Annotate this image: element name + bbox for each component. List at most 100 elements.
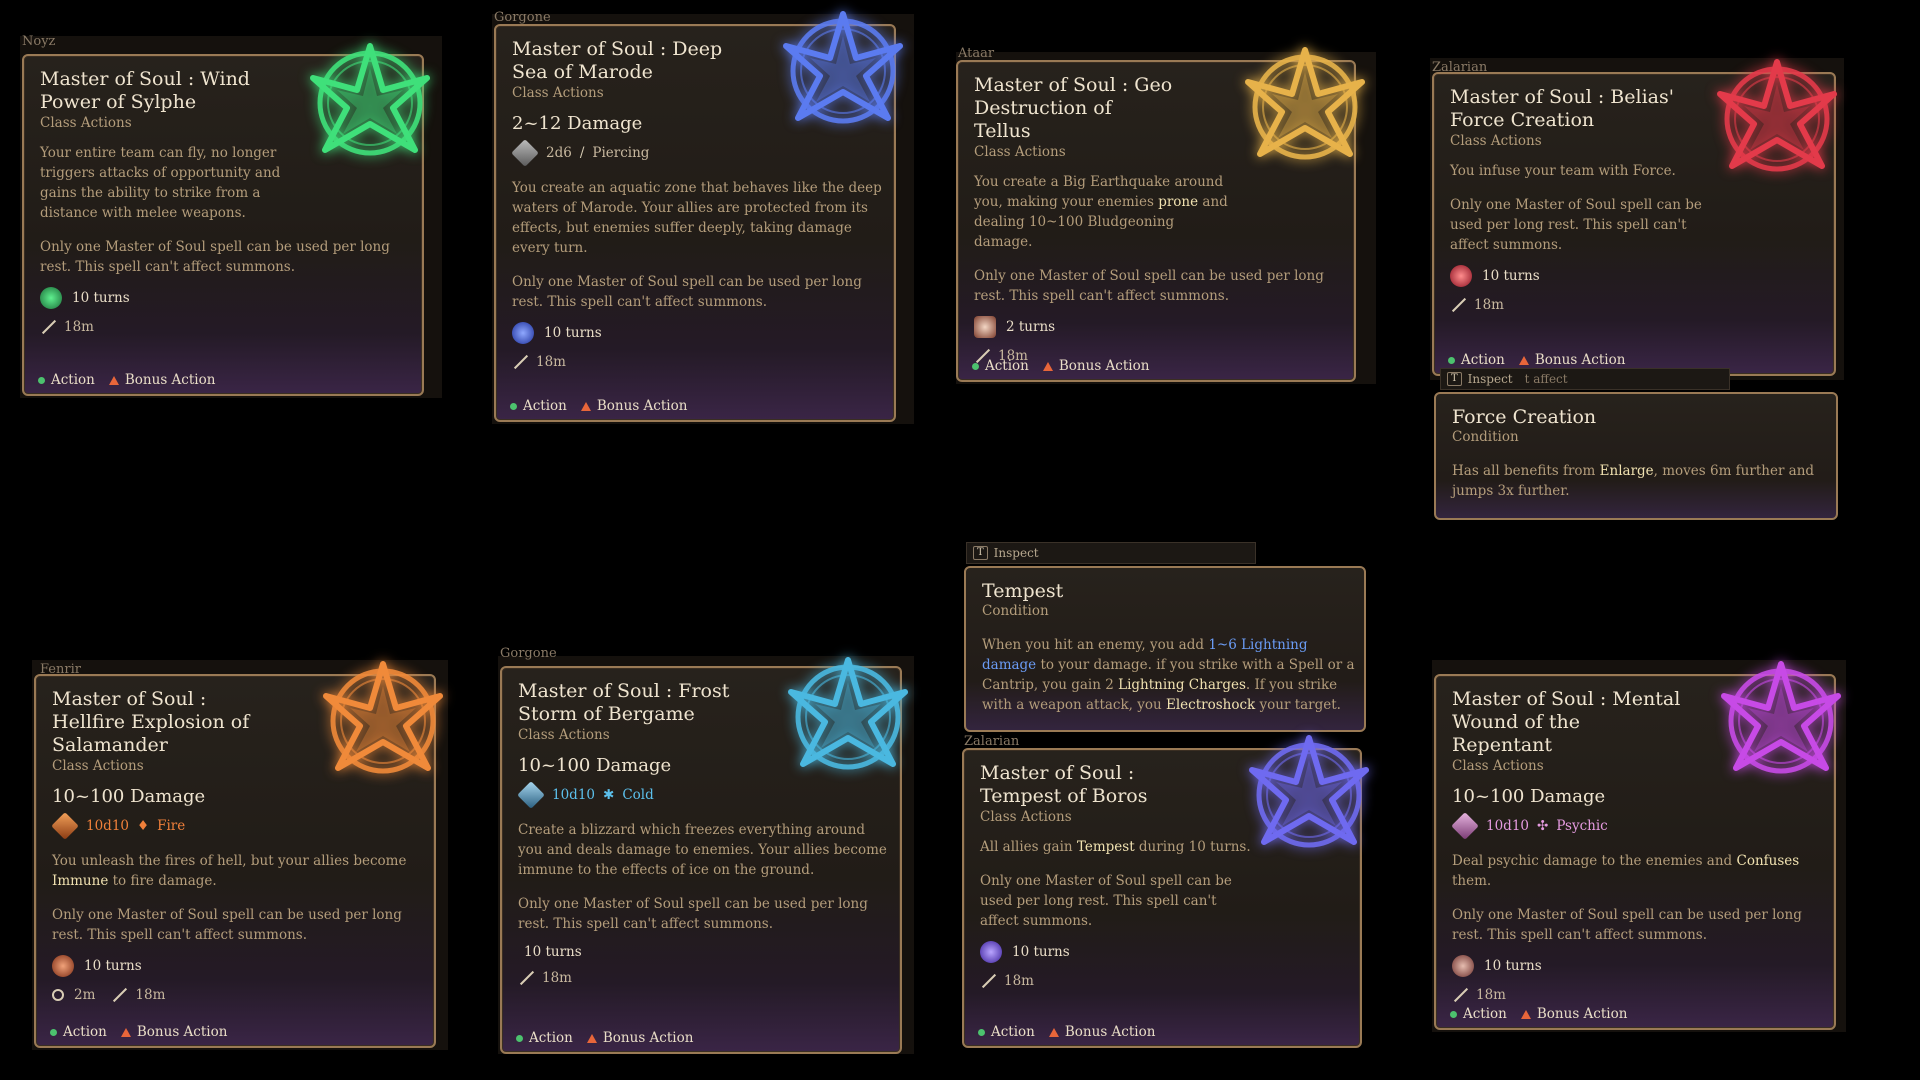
range-text: 18m — [1476, 987, 1506, 1003]
damage-type: Fire — [157, 818, 186, 834]
action-cost: Action — [1450, 1006, 1507, 1022]
electroshock-link[interactable]: Electroshock — [1166, 697, 1255, 713]
lightning-charges-link[interactable]: Lightning Charges — [1118, 677, 1246, 693]
die-icon — [517, 781, 545, 809]
card-owner: Zalarian — [964, 734, 1020, 749]
frost-emblem-icon — [783, 652, 913, 782]
range-text: 18m — [64, 319, 94, 335]
spell-limit-text: Only one Master of Soul spell can be use… — [52, 907, 402, 943]
die-icon — [511, 139, 539, 167]
duration-row: 10 turns — [52, 955, 418, 977]
spell-description: You create a Big Earthquake around you, … — [974, 174, 1228, 250]
action-cost: Action — [1448, 352, 1505, 368]
condition-card-tempest: Tempest Condition When you hit an enemy,… — [964, 566, 1366, 732]
spell-title: Master of Soul : Deep Sea of Marode — [512, 38, 723, 83]
duration-text: 10 turns — [72, 290, 130, 306]
spell-limit-text: Only one Master of Soul spell can be use… — [1452, 907, 1802, 943]
sea-emblem-icon — [778, 6, 908, 136]
action-cost-row: Action Bonus Action — [38, 372, 215, 388]
inspect-tail-text: t affect — [1524, 372, 1568, 386]
duration-text: 10 turns — [544, 325, 602, 341]
damage-dice-row: 2d6 / Piercing — [511, 139, 878, 167]
spell-description: Your entire team can fly, no longer trig… — [40, 145, 281, 221]
condition-card-force-creation: Force Creation Condition Has all benefit… — [1434, 392, 1838, 520]
damage-type: Cold — [622, 787, 654, 803]
spell-title: Master of Soul : Geo Destruction of Tell… — [974, 74, 1173, 142]
damage-range: 10~100 Damage — [52, 786, 206, 807]
dice-text: 10d10 — [86, 818, 129, 834]
die-icon — [1451, 812, 1479, 840]
inspect-label[interactable]: Inspect — [994, 546, 1039, 560]
card-owner: Ataar — [958, 46, 995, 61]
damage-dice-row: 10d10 ♦ Fire — [51, 812, 418, 840]
damage-dice-row: 10d10 ✣ Psychic — [1451, 812, 1818, 840]
action-cost: Action — [38, 372, 95, 388]
spell-title: Master of Soul : Wind Power of Sylphe — [40, 68, 250, 113]
enlarge-link[interactable]: Enlarge — [1600, 463, 1654, 479]
range-row: 18m — [518, 970, 884, 986]
die-icon — [51, 812, 79, 840]
prone-duration-icon — [974, 316, 996, 338]
card-owner: Gorgone — [500, 646, 557, 661]
duration-row: 10 turns — [1452, 955, 1818, 977]
condition-type: Condition — [982, 603, 1049, 619]
action-cost: Action — [516, 1030, 573, 1046]
duration-row: 10 turns — [40, 287, 406, 309]
action-cost-row: Action Bonus Action — [1448, 352, 1625, 368]
action-cost-row: Action Bonus Action — [1450, 1006, 1627, 1022]
confusion-duration-icon — [1452, 955, 1474, 977]
spell-title: Master of Soul : Frost Storm of Bergame — [518, 680, 730, 725]
duration-text: 10 turns — [524, 944, 582, 960]
spell-limit-text: Only one Master of Soul spell can be use… — [40, 239, 390, 275]
inspect-key[interactable]: T — [1447, 372, 1462, 386]
range-icon — [1452, 988, 1466, 1002]
spell-title: Master of Soul : Belias' Force Creation — [1450, 86, 1674, 131]
spell-description: You create an aquatic zone that behaves … — [512, 180, 882, 256]
condition-title: Force Creation — [1452, 406, 1597, 428]
range-text: 18m — [1474, 297, 1504, 313]
fire-icon: ♦ — [137, 818, 150, 834]
action-cost-row: Action Bonus Action — [510, 398, 687, 414]
dice-text: 10d10 — [552, 787, 595, 803]
range-row: 18m — [1452, 987, 1818, 1003]
wind-duration-icon — [40, 287, 62, 309]
action-cost: Action — [510, 398, 567, 414]
bonus-action-cost: Bonus Action — [586, 1030, 693, 1046]
card-owner: Gorgone — [494, 10, 551, 25]
radius-icon — [52, 989, 64, 1001]
range-text: 18m — [536, 354, 566, 370]
dice-text: 10d10 — [1486, 818, 1529, 834]
condition-description: When you hit an enemy, you add 1~6 Light… — [982, 637, 1355, 713]
condition-type: Condition — [1452, 429, 1519, 445]
range-row: 18m — [40, 319, 406, 335]
bonus-action-cost: Bonus Action — [1518, 352, 1625, 368]
spell-limit-text: Only one Master of Soul spell can be use… — [974, 268, 1324, 304]
range-icon — [980, 974, 994, 988]
duration-text: 10 turns — [1484, 958, 1542, 974]
inspect-bar: T Inspect — [966, 542, 1256, 564]
duration-text: 2 turns — [1006, 319, 1056, 335]
action-cost: Action — [972, 358, 1029, 374]
burning-duration-icon — [52, 955, 74, 977]
spell-limit-text: Only one Master of Soul spell can be use… — [512, 274, 862, 310]
duration-row: 10 turns — [524, 944, 884, 960]
range-text: 18m — [542, 970, 572, 986]
condition-title: Tempest — [982, 580, 1064, 602]
action-cost-row: Action Bonus Action — [978, 1024, 1155, 1040]
sea-duration-icon — [512, 322, 534, 344]
action-cost: Action — [978, 1024, 1035, 1040]
range-icon — [111, 988, 125, 1002]
range-row: 18m — [980, 973, 1344, 989]
bonus-action-cost: Bonus Action — [1042, 358, 1149, 374]
inspect-label[interactable]: Inspect — [1468, 372, 1513, 386]
action-cost: Action — [50, 1024, 107, 1040]
range-icon — [1450, 298, 1464, 312]
geo-emblem-icon — [1240, 42, 1370, 172]
duration-row: 10 turns — [1450, 265, 1818, 287]
inspect-key[interactable]: T — [973, 546, 988, 560]
range-row: 2m 18m — [52, 987, 418, 1003]
inspect-bar: T Inspect t affect — [1440, 368, 1730, 390]
range-icon — [518, 971, 532, 985]
bonus-action-cost: Bonus Action — [1048, 1024, 1155, 1040]
action-cost-row: Action Bonus Action — [50, 1024, 227, 1040]
